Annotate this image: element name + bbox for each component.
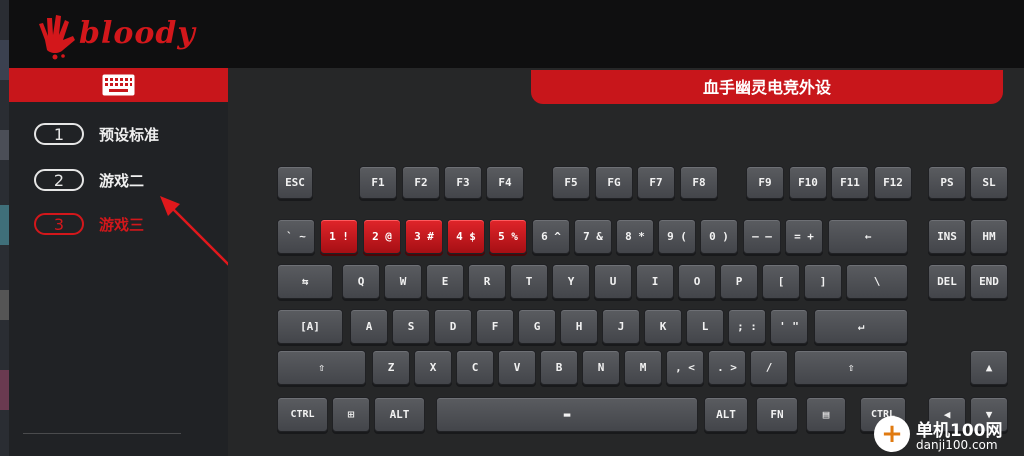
key-caps-row-0[interactable]: [A] <box>277 309 343 344</box>
key-shift-row-7[interactable]: M <box>624 350 662 385</box>
keyboard-icon <box>102 74 135 96</box>
bloody-hand-icon <box>39 15 75 60</box>
key-caps-row-11[interactable]: ' " <box>770 309 808 344</box>
key-number-row-11[interactable]: — — <box>743 219 781 254</box>
key-bottom-row-5[interactable]: FN <box>756 397 798 432</box>
key-shift-row-5[interactable]: B <box>540 350 578 385</box>
key-tab-row-2[interactable]: W <box>384 264 422 299</box>
key-tab-row-5[interactable]: T <box>510 264 548 299</box>
key-bottom-row-3[interactable]: ▬ <box>436 397 698 432</box>
key-fn-row-2[interactable]: F2 <box>402 166 440 199</box>
main-title: 血手幽灵电竞外设 <box>531 70 1003 104</box>
key-bottom-row-1[interactable]: ⊞ <box>332 397 370 432</box>
key-number-row-6[interactable]: 6 ^ <box>532 219 570 254</box>
watermark-url: danji100.com <box>916 438 998 452</box>
key-caps-row-3[interactable]: D <box>434 309 472 344</box>
key-fn-row-10[interactable]: F10 <box>789 166 827 199</box>
key-tab-row-10[interactable]: P <box>720 264 758 299</box>
key-caps-row-2[interactable]: S <box>392 309 430 344</box>
main-panel: 血手幽灵电竞外设 ESC F1 F2 F3 F4 F5 FG F7 F8 F9 F10 F11 F12 P… <box>228 68 1024 456</box>
key-tab-row-3[interactable]: E <box>426 264 464 299</box>
profile-2-label: 游戏二 <box>99 172 145 190</box>
key-number-row-0[interactable]: ` ~ <box>277 219 315 254</box>
app-window: bloody 1 预设标准 2 游戏二 3 游戏三 血手幽灵电竞外设 ESC F… <box>0 0 1024 456</box>
key-tab-row-11[interactable]: [ <box>762 264 800 299</box>
key-number-row-4[interactable]: 4 $ <box>447 219 485 254</box>
desktop-edge <box>0 0 9 456</box>
key-caps-row-4[interactable]: F <box>476 309 514 344</box>
key-number-row-5[interactable]: 5 % <box>489 219 527 254</box>
key-tab-row-6[interactable]: Y <box>552 264 590 299</box>
key-caps-row-9[interactable]: L <box>686 309 724 344</box>
key-fn-row-4[interactable]: F4 <box>486 166 524 199</box>
key-tab-row-4[interactable]: R <box>468 264 506 299</box>
watermark: + 单机100网 danji100.com <box>872 410 1024 456</box>
key-shift-row-2[interactable]: X <box>414 350 452 385</box>
key-shift-row-4[interactable]: V <box>498 350 536 385</box>
key-fn-row-3[interactable]: F3 <box>444 166 482 199</box>
profile-3-number: 3 <box>34 213 84 235</box>
key-tab-row-8[interactable]: I <box>636 264 674 299</box>
key-number-row-14[interactable]: INS <box>928 219 966 254</box>
key-bottom-row-4[interactable]: ALT <box>704 397 748 432</box>
key-shift-row-9[interactable]: . > <box>708 350 746 385</box>
profile-1-number: 1 <box>34 123 84 145</box>
sidebar-header <box>9 68 228 102</box>
key-tab-row-1[interactable]: Q <box>342 264 380 299</box>
key-number-row-1[interactable]: 1 ! <box>320 219 358 254</box>
key-fn-row-9[interactable]: F9 <box>746 166 784 199</box>
key-fn-row-6[interactable]: FG <box>595 166 633 199</box>
key-tab-row-15[interactable]: END <box>970 264 1008 299</box>
key-caps-row-8[interactable]: K <box>644 309 682 344</box>
key-tab-row-13[interactable]: \ <box>846 264 908 299</box>
key-fn-row-14[interactable]: SL <box>970 166 1008 199</box>
app-header: bloody <box>9 0 1024 68</box>
key-caps-row-10[interactable]: ; : <box>728 309 766 344</box>
key-tab-row-0[interactable]: ⇆ <box>277 264 333 299</box>
key-fn-row-11[interactable]: F11 <box>831 166 869 199</box>
key-tab-row-9[interactable]: O <box>678 264 716 299</box>
sidebar-divider <box>23 433 181 434</box>
profile-3-label: 游戏三 <box>99 216 145 234</box>
key-tab-row-14[interactable]: DEL <box>928 264 966 299</box>
key-number-row-7[interactable]: 7 & <box>574 219 612 254</box>
key-number-row-9[interactable]: 9 ( <box>658 219 696 254</box>
bloody-logo: bloody <box>35 10 195 62</box>
key-shift-row-0[interactable]: ⇧ <box>277 350 366 385</box>
key-fn-row-12[interactable]: F12 <box>874 166 912 199</box>
profile-2-number: 2 <box>34 169 84 191</box>
key-bottom-row-0[interactable]: CTRL <box>277 397 328 432</box>
key-shift-row-11[interactable]: ⇧ <box>794 350 908 385</box>
key-bottom-row-2[interactable]: ALT <box>374 397 425 432</box>
key-fn-row-5[interactable]: F5 <box>552 166 590 199</box>
key-caps-row-1[interactable]: A <box>350 309 388 344</box>
key-tab-row-12[interactable]: ] <box>804 264 842 299</box>
key-caps-row-6[interactable]: H <box>560 309 598 344</box>
key-caps-row-7[interactable]: J <box>602 309 640 344</box>
key-fn-row-7[interactable]: F7 <box>637 166 675 199</box>
key-number-row-15[interactable]: HM <box>970 219 1008 254</box>
key-number-row-2[interactable]: 2 @ <box>363 219 401 254</box>
key-shift-row-12[interactable]: ▲ <box>970 350 1008 385</box>
key-number-row-13[interactable]: ← <box>828 219 908 254</box>
key-shift-row-8[interactable]: , < <box>666 350 704 385</box>
key-number-row-3[interactable]: 3 # <box>405 219 443 254</box>
key-tab-row-7[interactable]: U <box>594 264 632 299</box>
key-fn-row-1[interactable]: F1 <box>359 166 397 199</box>
key-caps-row-5[interactable]: G <box>518 309 556 344</box>
key-caps-row-12[interactable]: ↵ <box>814 309 908 344</box>
key-shift-row-6[interactable]: N <box>582 350 620 385</box>
key-number-row-8[interactable]: 8 * <box>616 219 654 254</box>
key-shift-row-10[interactable]: / <box>750 350 788 385</box>
key-number-row-12[interactable]: = + <box>785 219 823 254</box>
key-shift-row-3[interactable]: C <box>456 350 494 385</box>
key-shift-row-1[interactable]: Z <box>372 350 410 385</box>
key-fn-row-0[interactable]: ESC <box>277 166 313 199</box>
key-number-row-10[interactable]: 0 ) <box>700 219 738 254</box>
key-fn-row-13[interactable]: PS <box>928 166 966 199</box>
key-fn-row-8[interactable]: F8 <box>680 166 718 199</box>
brand-name: bloody <box>79 16 196 51</box>
key-bottom-row-6[interactable]: ▤ <box>806 397 846 432</box>
profile-1-label: 预设标准 <box>99 126 160 144</box>
